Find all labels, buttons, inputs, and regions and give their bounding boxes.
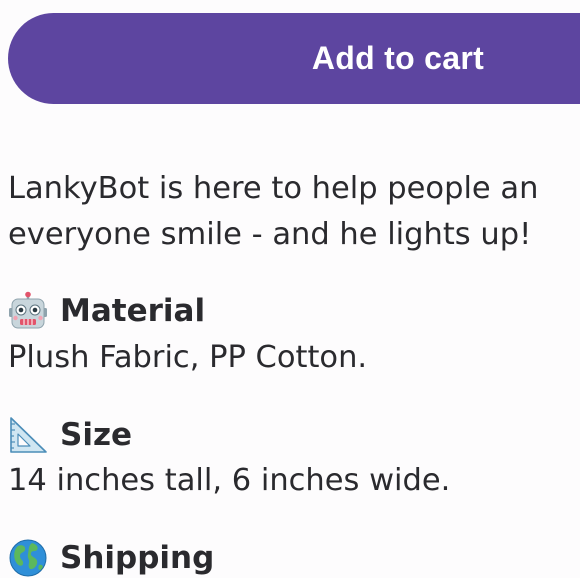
spec-value-size: 14 inches tall, 6 inches wide. bbox=[8, 463, 451, 498]
add-to-cart-button[interactable]: Add to cart bbox=[8, 13, 580, 104]
spec-heading-size: Size bbox=[8, 415, 132, 455]
product-description: LankyBot is here to help people an every… bbox=[8, 166, 538, 258]
product-page: Add to cart LankyBot is here to help peo… bbox=[0, 0, 580, 578]
spec-heading-material: Material bbox=[8, 291, 205, 331]
triangular-ruler-icon bbox=[10, 417, 47, 453]
spec-heading-label: Material bbox=[60, 293, 206, 329]
spec-heading-label: Shipping bbox=[60, 540, 215, 576]
globe-icon bbox=[9, 539, 47, 577]
description-line-2: everyone smile - and he lights up! bbox=[8, 217, 532, 252]
spec-value-material: Plush Fabric, PP Cotton. bbox=[8, 340, 368, 375]
description-line-1: LankyBot is here to help people an bbox=[8, 171, 539, 206]
robot-face-icon bbox=[9, 291, 47, 329]
add-to-cart-label: Add to cart bbox=[311, 40, 485, 76]
spec-heading-shipping: Shipping bbox=[8, 538, 214, 578]
spec-heading-label: Size bbox=[60, 417, 133, 453]
